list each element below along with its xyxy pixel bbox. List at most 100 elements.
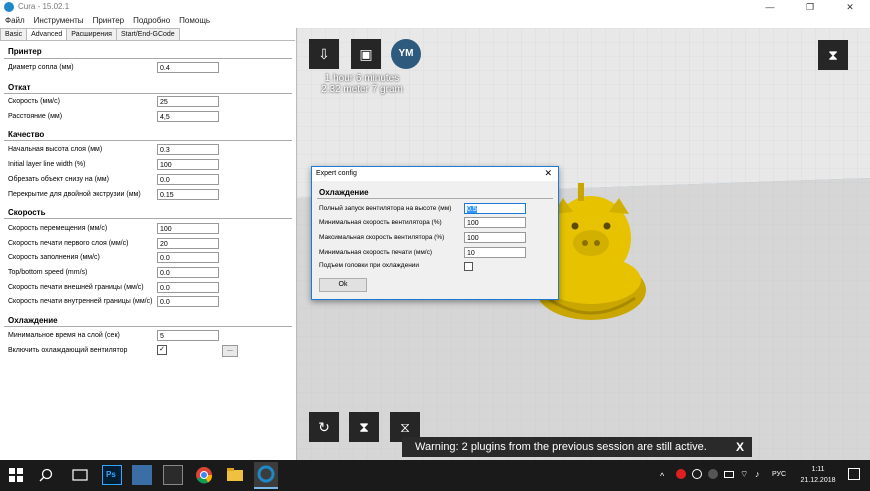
dialog-title: Expert config xyxy=(316,170,357,177)
tab-plugins[interactable]: Расширения xyxy=(66,28,117,40)
chrome-taskbar-button[interactable] xyxy=(194,465,214,485)
view-mode-icon: ⧗ xyxy=(828,47,838,63)
cool-head-lift-checkbox[interactable] xyxy=(464,262,473,271)
initial-layer-width-label: Initial layer line width (%) xyxy=(8,161,86,168)
outer-shell-speed-label: Скорость печати внешней границы (мм/с) xyxy=(8,284,144,291)
dual-extrusion-overlap-label: Перекрытие для двойной экструзии (мм) xyxy=(8,191,141,198)
folder-icon xyxy=(227,468,243,481)
tray-app-icon[interactable] xyxy=(676,469,686,479)
top-bottom-speed-label: Top/bottom speed (mm/s) xyxy=(8,269,88,276)
dialog-section-title: Охлаждение xyxy=(319,188,369,197)
cura-icon xyxy=(257,465,275,483)
fan-min-speed-label: Минимальная скорость вентилятора (%) xyxy=(319,219,442,226)
windows-taskbar: Ps ^ ⌔ ♪ РУС 1:11 21.12.2018 xyxy=(0,460,870,491)
bottom-layer-speed-label: Скорость печати первого слоя (мм/с) xyxy=(8,240,129,247)
min-layer-time-input[interactable]: 5 xyxy=(157,330,219,341)
youmagine-button[interactable]: YM xyxy=(391,39,421,69)
explorer-taskbar-button[interactable] xyxy=(225,465,245,485)
mirror-icon: ⧖ xyxy=(400,419,410,435)
divider xyxy=(4,93,292,94)
divider xyxy=(4,58,292,59)
load-model-button[interactable]: ⇩ xyxy=(309,39,339,69)
divider xyxy=(4,326,292,327)
minimize-button[interactable]: — xyxy=(750,0,790,14)
notifications-icon[interactable] xyxy=(848,468,860,480)
fan-max-speed-input[interactable]: 100 xyxy=(464,232,526,243)
start-button[interactable] xyxy=(6,465,28,485)
expert-config-dialog: Expert config ✕ Охлаждение Полный запуск… xyxy=(311,166,559,300)
windows-icon xyxy=(9,468,23,482)
top-bottom-speed-input[interactable]: 0.0 xyxy=(157,267,219,278)
initial-layer-height-label: Начальная высота слоя (мм) xyxy=(8,146,103,153)
cura-taskbar-button[interactable] xyxy=(254,462,278,489)
cool-head-lift-label: Подъем головки при охлаждении xyxy=(319,262,420,269)
retraction-distance-input[interactable]: 4,5 xyxy=(157,111,219,122)
scale-button[interactable]: ⧗ xyxy=(349,412,379,442)
dialog-title-bar: Expert config ✕ xyxy=(312,167,558,181)
steam-icon[interactable] xyxy=(708,469,718,479)
photoshop-icon: Ps xyxy=(106,470,116,479)
tray-expand-icon[interactable]: ^ xyxy=(660,471,664,481)
cut-off-bottom-label: Обрезать объект снизу на (мм) xyxy=(8,176,109,183)
plugin-warning-bar: Warning: 2 plugins from the previous ses… xyxy=(402,437,752,457)
task-view-icon xyxy=(72,469,88,481)
cura-app-icon xyxy=(4,2,14,12)
cooling-more-button[interactable]: ... xyxy=(222,345,238,357)
language-indicator[interactable]: РУС xyxy=(772,471,786,478)
clock-date[interactable]: 21.12.2018 xyxy=(795,477,841,484)
inner-shell-speed-input[interactable]: 0.0 xyxy=(157,296,219,307)
menu-file[interactable]: Файл xyxy=(0,14,29,27)
clock-time[interactable]: 1:11 xyxy=(803,466,833,473)
min-print-speed-input[interactable]: 10 xyxy=(464,247,526,258)
tab-advanced[interactable]: Advanced xyxy=(26,28,68,40)
warning-close-button[interactable]: X xyxy=(736,437,744,457)
plugin-warning-text: Warning: 2 plugins from the previous ses… xyxy=(415,441,707,453)
ok-button[interactable]: Ok xyxy=(319,278,367,292)
console-taskbar-button[interactable] xyxy=(163,465,183,485)
maximize-button[interactable]: ❐ xyxy=(790,0,830,14)
print-material: 2.32 meter 7 gram xyxy=(321,84,403,95)
settings-panel: Basic Advanced Расширения Start/End-GCod… xyxy=(0,28,297,460)
close-button[interactable]: ✕ xyxy=(830,0,870,14)
initial-layer-width-input[interactable]: 100 xyxy=(157,159,219,170)
menu-bar: Файл Инструменты Принтер Подробно Помощь xyxy=(0,14,870,27)
menu-expert[interactable]: Подробно xyxy=(128,14,174,27)
outer-shell-speed-input[interactable]: 0.0 xyxy=(157,282,219,293)
initial-layer-height-input[interactable]: 0.3 xyxy=(157,144,219,155)
dialog-close-button[interactable]: ✕ xyxy=(544,168,552,179)
infill-speed-input[interactable]: 0.0 xyxy=(157,252,219,263)
retraction-speed-input[interactable]: 25 xyxy=(157,96,219,107)
nozzle-size-input[interactable]: 0.4 xyxy=(157,62,219,73)
tab-basic[interactable]: Basic xyxy=(0,28,28,40)
fan-min-speed-input[interactable]: 100 xyxy=(464,217,526,228)
battery-icon[interactable] xyxy=(724,471,734,478)
dual-extrusion-overlap-input[interactable]: 0.15 xyxy=(157,189,219,200)
view-mode-button[interactable]: ⧗ xyxy=(818,40,848,70)
window-title: Cura - 15.02.1 xyxy=(18,2,70,11)
menu-help[interactable]: Помощь xyxy=(174,14,214,27)
scale-icon: ⧗ xyxy=(359,419,369,435)
save-icon: ▣ xyxy=(359,46,373,62)
network-icon[interactable]: ⌔ xyxy=(740,469,748,480)
app-taskbar-button[interactable] xyxy=(132,465,152,485)
search-button[interactable] xyxy=(37,465,57,485)
bottom-layer-speed-input[interactable]: 20 xyxy=(157,238,219,249)
rotate-button[interactable]: ↻ xyxy=(309,412,339,442)
section-speed-title: Скорость xyxy=(8,208,46,217)
search-icon xyxy=(39,468,53,482)
fan-full-height-input[interactable]: 0.5 xyxy=(464,203,526,214)
title-bar: Cura - 15.02.1 — ❐ ✕ xyxy=(0,0,870,14)
task-view-button[interactable] xyxy=(70,465,90,485)
menu-printer[interactable]: Принтер xyxy=(88,14,129,27)
volume-icon[interactable]: ♪ xyxy=(755,469,760,479)
tray-clock-icon[interactable] xyxy=(692,469,702,479)
travel-speed-input[interactable]: 100 xyxy=(157,223,219,234)
tab-start-end-gcode[interactable]: Start/End-GCode xyxy=(115,28,180,40)
cut-off-bottom-input[interactable]: 0.0 xyxy=(157,174,219,185)
retraction-speed-label: Скорость (мм/с) xyxy=(8,98,60,105)
menu-tools[interactable]: Инструменты xyxy=(29,14,88,27)
save-gcode-button[interactable]: ▣ xyxy=(351,39,381,69)
divider xyxy=(317,198,553,199)
enable-fan-checkbox[interactable]: ✓ xyxy=(157,345,167,355)
photoshop-taskbar-button[interactable]: Ps xyxy=(102,465,122,485)
